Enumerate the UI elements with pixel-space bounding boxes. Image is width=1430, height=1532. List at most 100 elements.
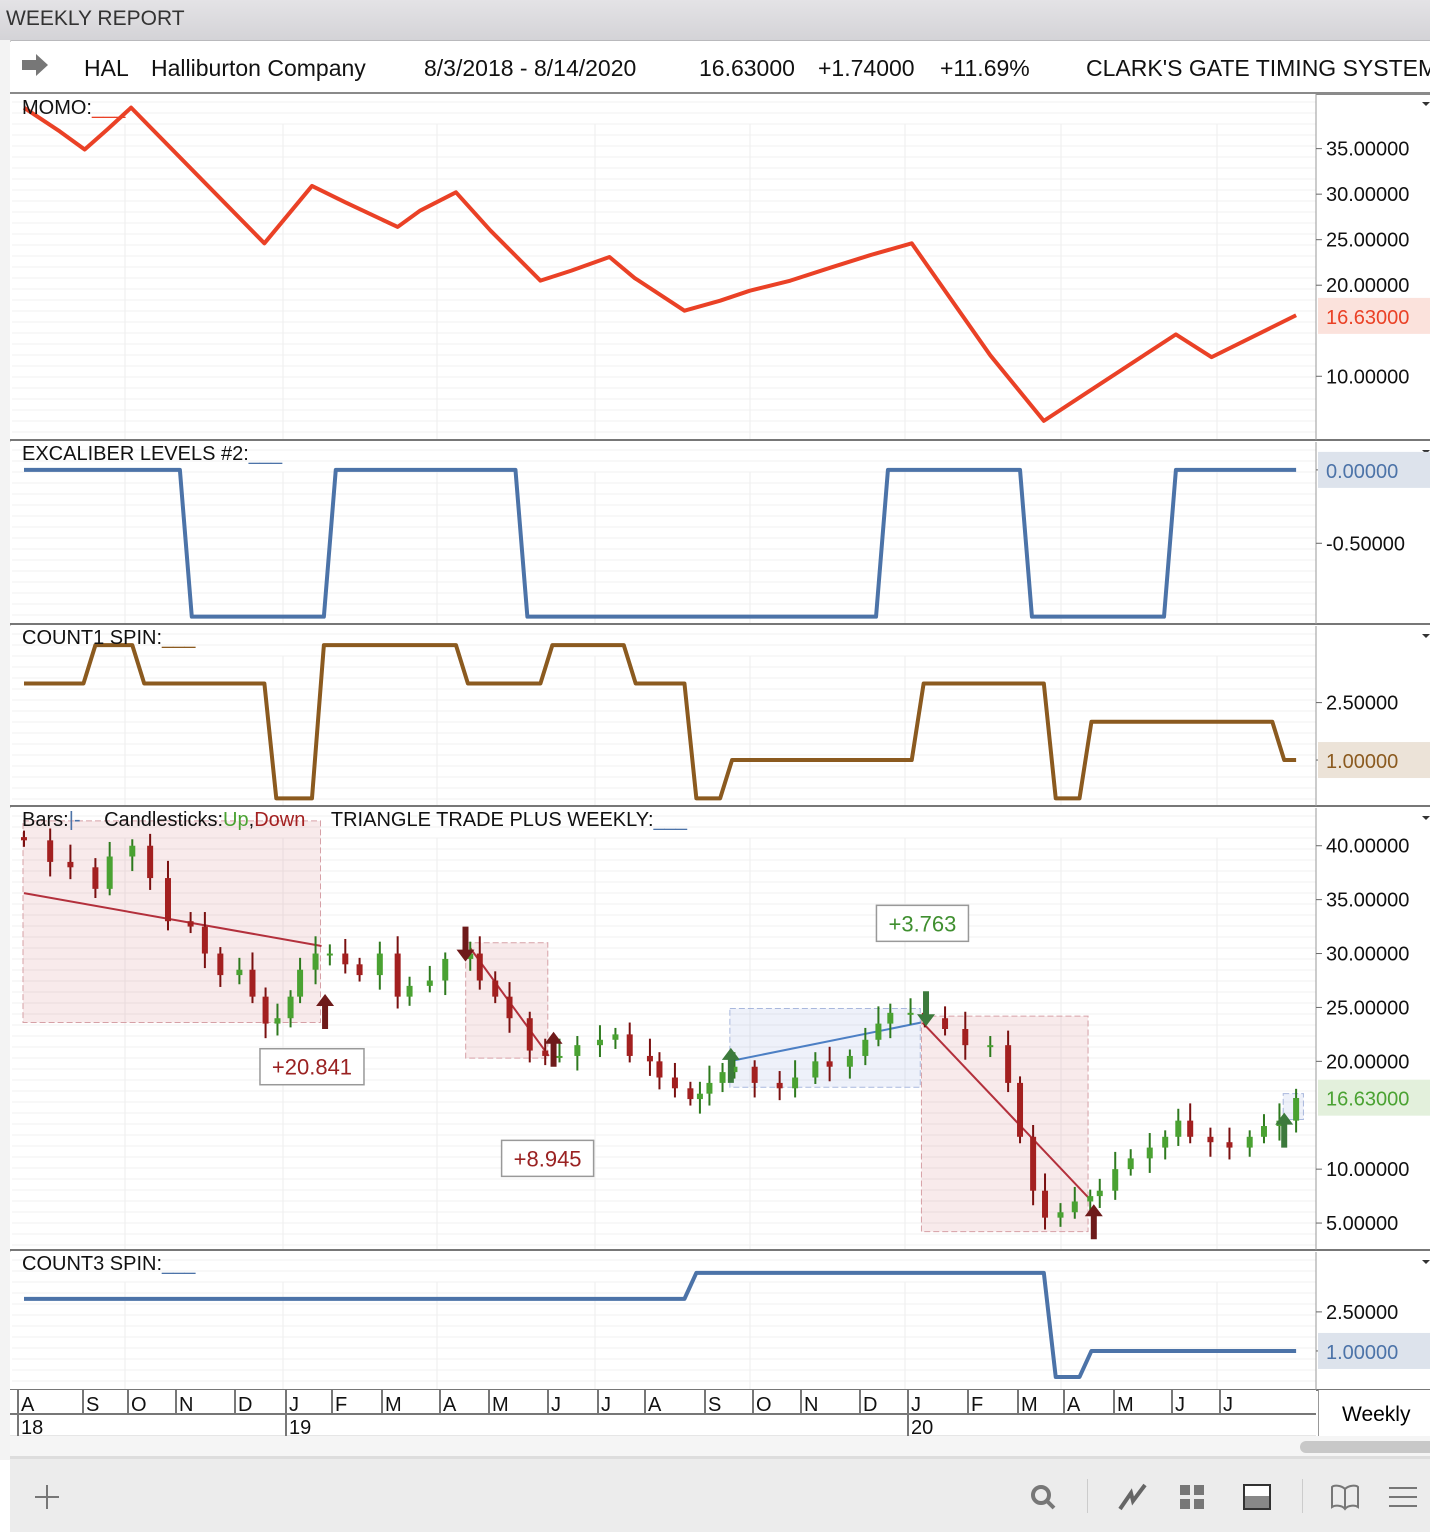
candle-up [274,1018,281,1024]
candle-up [556,1055,563,1058]
axis-tick-label: 5.00000 [1326,1213,1398,1235]
axis-tick-label: 25.00000 [1326,997,1409,1019]
panel-title-excaliber: EXCALIBER LEVELS #2:___ [22,443,283,465]
month-label: A [21,1394,35,1416]
scrollbar-thumb[interactable] [1300,1441,1430,1453]
axis-tick-label: 40.00000 [1326,836,1409,858]
month-label: J [1175,1394,1185,1416]
last-value-label: 0.00000 [1326,461,1398,483]
axis-tick-label: 20.00000 [1326,275,1409,297]
candle-up [442,958,449,981]
month-label: S [708,1394,721,1416]
candle-down [476,953,483,981]
candle-up [1162,1136,1169,1148]
candle-down [1017,1082,1024,1137]
axis-tick-label: 30.00000 [1326,184,1409,206]
candle-up [812,1061,819,1078]
candle-down [1005,1045,1012,1083]
candle-up [1246,1136,1253,1148]
month-label: M [385,1394,402,1416]
last-value-label: 1.00000 [1326,751,1398,773]
axis-tick-label: 35.00000 [1326,139,1409,161]
last-value-label: 16.63000 [1326,1089,1409,1111]
candle-up [426,980,433,986]
candle-down [826,1061,833,1067]
bottom-toolbar [10,1459,1430,1532]
candle-up [596,1039,603,1046]
last-value-label: 1.00000 [1326,1342,1398,1364]
candle-down [262,996,269,1024]
candle-down [1226,1142,1233,1148]
book-icon[interactable] [1328,1481,1362,1513]
axis-tick-label: 2.50000 [1326,1302,1398,1324]
profit-annotation: +3.763 [888,911,956,936]
grid-icon[interactable] [1175,1481,1209,1513]
candle-up [987,1045,994,1048]
month-label: M [1117,1394,1134,1416]
panel-menu-icon[interactable] [1422,1260,1430,1264]
candle-up [887,1012,894,1024]
month-label: O [756,1394,772,1416]
candle-up [1057,1212,1064,1218]
interval-selector[interactable]: Weekly [1318,1390,1430,1436]
candle-down [1042,1190,1049,1218]
panel-menu-icon[interactable] [1422,634,1430,638]
add-icon[interactable] [30,1481,64,1513]
chart-line-icon[interactable] [1116,1481,1150,1513]
candle-up [862,1039,869,1056]
candle-down [542,1050,549,1056]
panel-layout-icon[interactable] [1240,1481,1274,1513]
panel-1: 35.00000 30.00000 25.00000 20.00000 10.00000… [10,94,1430,441]
candle-up [1112,1169,1119,1191]
panel-4: 40.00000 35.00000 30.00000 25.00000 20.00000… [10,808,1430,1251]
candle-down [21,837,27,841]
horizontal-scrollbar[interactable] [10,1436,1430,1459]
candle-down [1207,1136,1214,1143]
candle-up [792,1077,799,1089]
month-label: N [179,1394,193,1416]
month-label: N [804,1394,818,1416]
axis-tick-label: 2.50000 [1326,693,1398,715]
candle-down [942,1018,949,1029]
menu-icon[interactable] [1386,1481,1420,1513]
candle-down [201,926,208,954]
candle-down [626,1034,633,1056]
candle-up [406,985,413,997]
candle-up [696,1093,703,1100]
plot-area [10,626,1316,806]
candle-down [92,867,99,889]
panel-title-count3: COUNT3 SPIN:___ [22,1253,196,1275]
time-axis: A S O N D J F M A M J J A S O N D J F M A M J J18 19 20 [10,1390,1316,1439]
panel-menu-icon[interactable] [1422,816,1430,820]
candle-down [646,1055,653,1062]
candle-up [1127,1158,1134,1170]
axis-tick-label: 35.00000 [1326,890,1409,912]
candle-up [1293,1097,1300,1121]
candle-up [907,1012,914,1015]
candle-up [1260,1126,1267,1137]
axis-tick-label: 30.00000 [1326,944,1409,966]
candle-down [1030,1136,1037,1191]
candle-up [706,1082,713,1094]
candle-down [492,980,499,997]
month-label: A [1067,1394,1081,1416]
panel-2: 0.00000-0.500000.00000 [10,442,1430,625]
axis-tick-label: -0.50000 [1326,533,1405,555]
candle-up [326,953,333,956]
candle-up [297,969,304,997]
month-label: O [131,1394,147,1416]
chart-canvas[interactable]: 35.00000 30.00000 25.00000 20.00000 10.00000… [0,0,1430,1440]
candle-up [1175,1120,1182,1137]
month-label: M [1021,1394,1038,1416]
panel-menu-icon[interactable] [1422,102,1430,106]
candle-up [236,969,243,976]
month-label: S [86,1394,99,1416]
candle-down [526,1018,533,1051]
search-icon[interactable] [1026,1481,1060,1513]
month-label: F [971,1394,983,1416]
plot-area [10,442,1316,624]
candle-up [287,996,294,1019]
plot-area [10,1252,1316,1390]
candle-down [147,845,154,879]
last-value-label: 16.63000 [1326,307,1409,329]
